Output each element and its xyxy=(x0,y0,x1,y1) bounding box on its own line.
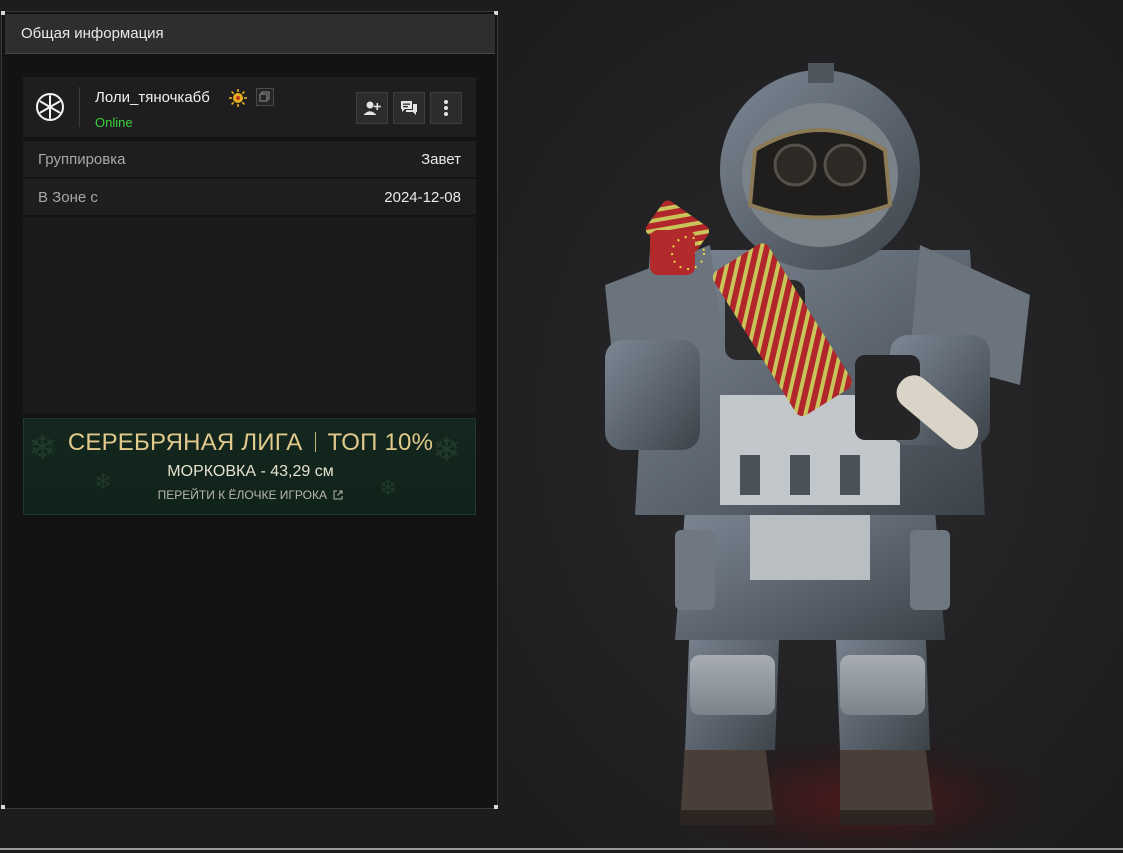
character-model[interactable] xyxy=(590,55,1050,835)
league-banner: ❄ ❄ ❄ ❄ СЕРЕБРЯНАЯ ЛИГА ТОП 10% МОРКОВКА … xyxy=(23,418,476,515)
faction-label: Группировка xyxy=(38,150,126,168)
panel-corner xyxy=(1,805,5,809)
chat-icon xyxy=(401,101,417,115)
faction-row: Группировка Завет xyxy=(23,141,476,177)
player-profile-screen: Общая информация Лоли_тяночкабб Online Г… xyxy=(0,0,1123,853)
snowflake-icon xyxy=(36,93,64,121)
bottom-border-line xyxy=(0,848,1123,850)
online-status: Online xyxy=(95,115,133,130)
league-separator xyxy=(314,432,316,452)
zone-date-label: В Зоне с xyxy=(38,188,98,206)
copy-name-icon[interactable] xyxy=(256,88,274,106)
player-name: Лоли_тяночкабб xyxy=(95,89,210,106)
more-options-button[interactable] xyxy=(430,92,462,124)
external-link-icon[interactable] xyxy=(333,490,343,500)
sun-badge-icon[interactable] xyxy=(228,88,248,108)
zone-date-row: В Зоне с 2024-12-08 xyxy=(23,179,476,215)
faction-value: Завет xyxy=(421,150,461,168)
zone-date-value: 2024-12-08 xyxy=(384,188,461,206)
add-friend-button[interactable] xyxy=(356,92,388,124)
league-name: СЕРЕБРЯНАЯ ЛИГА xyxy=(67,429,303,456)
avatar-divider xyxy=(79,87,80,127)
league-rank: ТОП 10% xyxy=(327,429,434,456)
league-title: СЕРЕБРЯНАЯ ЛИГА ТОП 10% xyxy=(24,429,475,457)
player-tree-link-label[interactable]: ПЕРЕЙТИ К ЁЛОЧКЕ ИГРОКА xyxy=(158,488,327,502)
carrot-length: МОРКОВКА - 43,29 см xyxy=(167,463,334,480)
chat-button[interactable] xyxy=(393,92,425,124)
panel-header: Общая информация xyxy=(5,14,495,54)
player-tree-link[interactable]: ПЕРЕЙТИ К ЁЛОЧКЕ ИГРОКА xyxy=(24,488,475,502)
add-friend-icon xyxy=(363,101,381,115)
panel-title: Общая информация xyxy=(21,25,164,42)
more-icon xyxy=(444,100,448,116)
empty-info-area xyxy=(23,217,476,414)
profile-card: Лоли_тяночкабб Online xyxy=(23,77,476,137)
panel-corner xyxy=(494,805,498,809)
